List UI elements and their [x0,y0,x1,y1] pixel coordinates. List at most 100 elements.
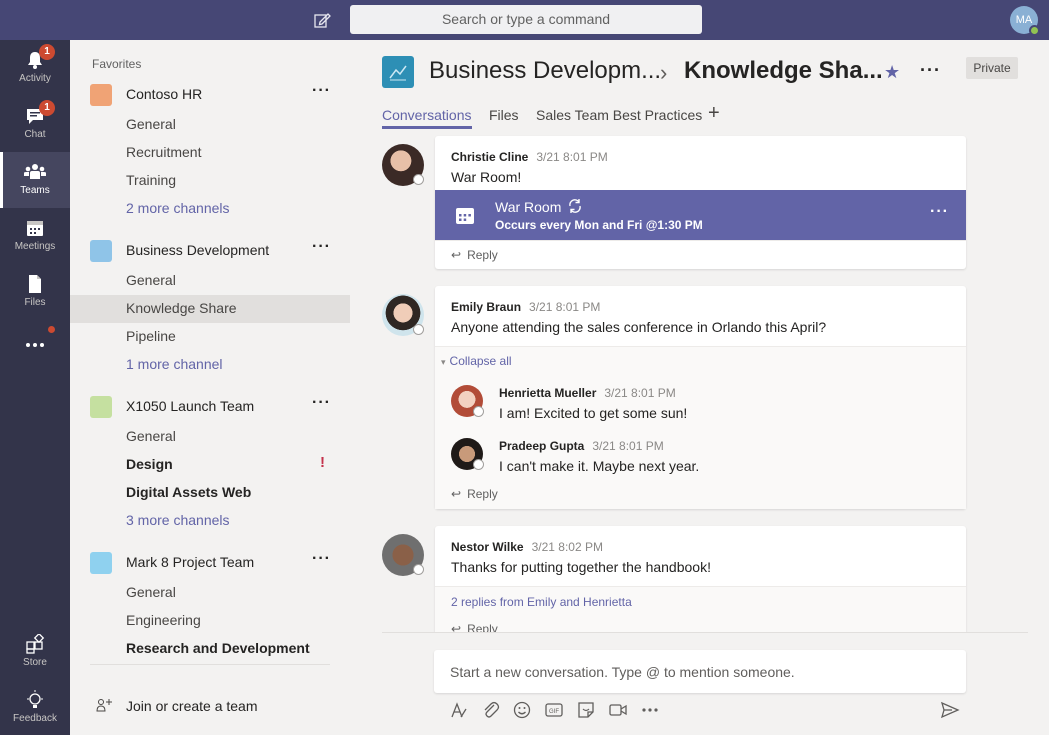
emoji-icon[interactable] [512,700,532,720]
reply-arrow-icon: ↩ [451,248,462,262]
format-icon[interactable] [449,700,469,720]
tab-conversations[interactable]: Conversations [382,107,472,129]
conversation-feed[interactable]: Christie Cline 3/21 8:01 PM War Room! War… [382,132,1028,632]
show-replies-link[interactable]: 2 replies from Emily and Henrietta [451,595,632,609]
reply-button[interactable]: ↩ Reply [451,487,498,501]
divider [435,240,966,241]
gif-icon[interactable]: GIF [544,700,564,720]
post-card: Emily Braun 3/21 8:01 PM Anyone attending… [435,286,966,509]
tab-sales-best-practices[interactable]: Sales Team Best Practices [536,107,702,123]
profile-avatar[interactable]: MA [1010,6,1040,36]
team-tile-icon [90,84,112,106]
send-icon[interactable] [940,700,960,720]
rail-teams[interactable]: Teams [0,152,70,208]
team-business-development[interactable]: Business Development ··· [70,237,350,265]
compose-box[interactable] [434,650,966,693]
store-icon [26,634,45,654]
reply-button[interactable]: ↩ Reply [451,622,498,632]
team-more-icon[interactable]: ··· [312,82,331,100]
post-author[interactable]: Christie Cline [451,150,528,164]
favorites-heading: Favorites [92,57,142,71]
post-time: 3/21 8:01 PM [529,300,601,314]
presence-icon [413,324,424,335]
post-author[interactable]: Nestor Wilke [451,540,524,554]
team-name: Contoso HR [126,86,203,102]
rail-files[interactable]: Files [0,264,70,320]
meet-now-icon[interactable] [608,700,628,720]
presence-icon [473,459,484,470]
channel-general[interactable]: General [70,423,350,451]
more-channels-link[interactable]: 2 more channels [70,195,350,223]
tab-files[interactable]: Files [489,107,519,123]
lightbulb-icon [27,690,43,708]
chat-badge: 1 [39,100,55,116]
reply-author[interactable]: Henrietta Mueller [499,386,596,400]
replies-thread: ▾ Collapse all Henrietta Mueller 3/21 8:01… [435,346,966,509]
team-more-icon[interactable]: ··· [312,238,331,256]
post-message: Thanks for putting together the handbook… [451,559,711,575]
join-create-team-button[interactable]: Join or create a team [70,692,350,720]
team-title[interactable]: Business Developm... [429,57,661,85]
more-channels-link[interactable]: 1 more channel [70,351,350,379]
rail-teams-label: Teams [20,185,50,196]
reply-button[interactable]: ↩ Reply [451,248,498,262]
rail-more-apps[interactable] [0,330,70,366]
rail-store[interactable]: Store [0,624,70,680]
channel-digital-assets-web[interactable]: Digital Assets Web [70,479,350,507]
rail-meetings[interactable]: Meetings [0,208,70,264]
channel-engineering[interactable]: Engineering [70,607,350,635]
channel-research-development[interactable]: Research and Development [70,635,350,663]
more-options-icon[interactable] [640,700,660,720]
channel-general[interactable]: General [70,579,350,607]
favorite-star-icon[interactable]: ★ [884,62,900,83]
reply-author[interactable]: Pradeep Gupta [499,439,584,453]
chevron-right-icon: › [660,60,668,85]
team-more-icon[interactable]: ··· [312,394,331,412]
channel-training[interactable]: Training [70,167,350,195]
rail-feedback[interactable]: Feedback [0,680,70,735]
calendar-icon [456,208,474,224]
team-more-icon[interactable]: ··· [312,550,331,568]
team-mark8-project[interactable]: Mark 8 Project Team ··· [70,549,350,577]
post-author[interactable]: Emily Braun [451,300,521,314]
attach-icon[interactable] [481,700,501,720]
channel-knowledge-share[interactable]: Knowledge Share [70,295,350,323]
team-name: Mark 8 Project Team [126,554,255,570]
app-rail: Activity 1 Chat 1 Teams Meetings Files S… [0,40,70,735]
add-tab-icon[interactable]: + [708,102,720,125]
rail-chat-label: Chat [24,129,46,140]
sticker-icon[interactable] [576,700,596,720]
calendar-icon [27,221,43,236]
team-contoso-hr[interactable]: Contoso HR ··· [70,81,350,109]
post-message: War Room! [451,169,522,185]
channel-general[interactable]: General [70,111,350,139]
channel-general[interactable]: General [70,267,350,295]
post-time: 3/21 8:02 PM [531,540,603,554]
important-icon: ! [320,454,325,471]
activity-badge: 1 [39,44,55,60]
channel-recruitment[interactable]: Recruitment [70,139,350,167]
post-time: 3/21 8:01 PM [536,150,608,164]
recurring-icon [569,199,581,213]
channel-pipeline[interactable]: Pipeline [70,323,350,351]
svg-text:GIF: GIF [549,709,559,715]
rail-activity[interactable]: Activity 1 [0,40,70,96]
presence-available-icon [1029,25,1040,36]
search-input[interactable]: Search or type a command [350,5,702,34]
channel-more-icon[interactable]: ··· [920,60,941,81]
collapse-all-button[interactable]: ▾ Collapse all [441,354,512,368]
rail-chat[interactable]: Chat 1 [0,96,70,152]
new-chat-icon[interactable] [312,10,332,30]
meeting-more-icon[interactable]: ··· [930,203,949,221]
presence-icon [413,174,424,185]
reply-time: 3/21 8:01 PM [604,386,676,400]
meeting-card[interactable]: War Room Occurs every Mon and Fri @1:30 … [435,190,966,240]
team-x1050-launch[interactable]: X1050 Launch Team ··· [70,393,350,421]
teams-icon [24,164,46,179]
compose-input[interactable] [434,650,966,693]
more-channels-link[interactable]: 3 more channels [70,507,350,535]
team-tile-icon [90,552,112,574]
channel-design[interactable]: Design! [70,451,350,479]
chevron-down-icon: ▾ [441,357,446,367]
more-icon [26,343,44,347]
